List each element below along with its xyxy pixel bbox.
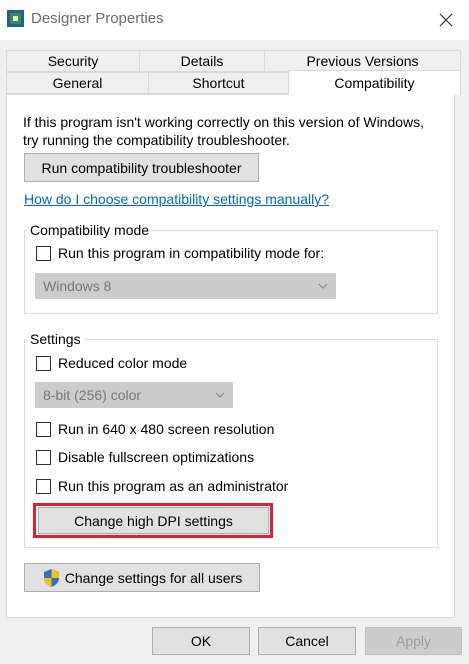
tab-compatibility[interactable]: Compatibility — [288, 70, 461, 95]
cancel-button[interactable]: Cancel — [258, 627, 356, 655]
fullscreen-checkbox-row[interactable]: Disable fullscreen optimizations — [36, 449, 254, 465]
close-icon — [439, 13, 453, 27]
app-icon — [7, 10, 24, 27]
reduced-color-label: Reduced color mode — [58, 355, 188, 371]
run-troubleshooter-button[interactable]: Run compatibility troubleshooter — [24, 153, 259, 182]
compat-mode-select[interactable]: Windows 8 — [35, 273, 336, 299]
change-all-users-button[interactable]: Change settings for all users — [24, 563, 260, 592]
compatibility-mode-group — [24, 230, 438, 314]
admin-checkbox[interactable] — [36, 478, 51, 494]
fullscreen-label: Disable fullscreen optimizations — [58, 449, 255, 465]
fullscreen-checkbox[interactable] — [36, 449, 51, 465]
change-all-users-label: Change settings for all users — [64, 569, 243, 586]
tab-shortcut[interactable]: Shortcut — [148, 72, 289, 94]
chevron-down-icon — [215, 392, 225, 398]
tab-previous-versions[interactable]: Previous Versions — [264, 50, 461, 72]
uac-shield-icon — [43, 568, 59, 587]
description-text: If this program isn't working correctly … — [23, 114, 425, 148]
color-mode-select[interactable]: 8-bit (256) color — [35, 382, 233, 408]
reduced-color-checkbox[interactable] — [36, 355, 51, 371]
compat-mode-checkbox-label: Run this program in compatibility mode f… — [58, 245, 325, 261]
tab-security[interactable]: Security — [6, 50, 140, 72]
title-bar: Designer Properties — [0, 0, 469, 40]
admin-label: Run this program as an administrator — [58, 478, 289, 494]
apply-button[interactable]: Apply — [365, 627, 462, 655]
compatibility-mode-label: Compatibility mode — [27, 222, 153, 238]
compat-mode-checkbox-row[interactable]: Run this program in compatibility mode f… — [36, 245, 324, 261]
settings-label: Settings — [27, 331, 84, 347]
admin-checkbox-row[interactable]: Run this program as an administrator — [36, 478, 288, 494]
ok-button[interactable]: OK — [152, 627, 250, 655]
resolution-checkbox-row[interactable]: Run in 640 x 480 screen resolution — [36, 421, 274, 437]
highlight-box — [33, 503, 273, 538]
color-mode-select-value: 8-bit (256) color — [43, 387, 142, 403]
reduced-color-checkbox-row[interactable]: Reduced color mode — [36, 355, 187, 371]
resolution-checkbox[interactable] — [36, 421, 51, 437]
chevron-down-icon — [318, 283, 328, 289]
tab-details[interactable]: Details — [139, 50, 265, 72]
compat-mode-checkbox[interactable] — [36, 245, 51, 261]
close-button[interactable] — [423, 0, 469, 40]
manual-settings-link[interactable]: How do I choose compatibility settings m… — [24, 191, 329, 207]
window-title: Designer Properties — [31, 10, 164, 27]
tab-general[interactable]: General — [6, 72, 149, 94]
compat-mode-select-value: Windows 8 — [43, 278, 112, 294]
resolution-label: Run in 640 x 480 screen resolution — [58, 421, 275, 437]
